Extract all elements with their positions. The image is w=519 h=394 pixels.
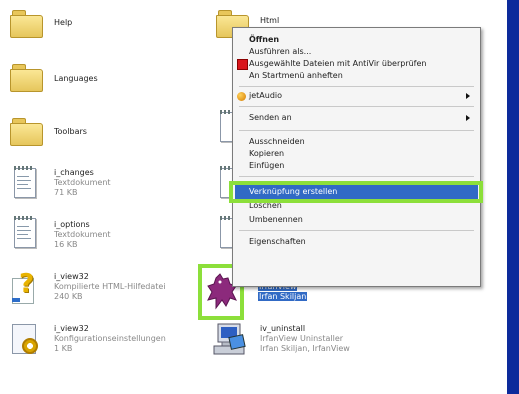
window-edge-bar (507, 0, 519, 394)
menu-item-rename[interactable]: Umbenennen (249, 214, 303, 226)
help-file-icon: ? (10, 270, 40, 304)
file-type: Textdokument (54, 230, 111, 239)
file-company-selected: Irfan Skiljan (258, 292, 308, 301)
menu-item-send-to[interactable]: Senden an (249, 112, 292, 124)
file-type: Textdokument (54, 178, 111, 187)
file-name: Toolbars (54, 127, 87, 136)
menu-separator (239, 106, 474, 107)
file-name: Languages (54, 74, 98, 83)
context-menu: Öffnen Ausführen als... Ausgewählte Date… (232, 27, 481, 287)
file-description: IrfanView Uninstaller (260, 334, 344, 343)
config-file-icon (10, 324, 40, 356)
submenu-arrow-icon (466, 115, 470, 121)
file-name: i_view32 (54, 272, 89, 281)
file-name: iv_uninstall (260, 324, 306, 333)
file-type: Kompilierte HTML-Hilfedatei (54, 282, 166, 291)
folder-icon (10, 10, 43, 38)
file-name: i_options (54, 220, 90, 229)
antivir-icon (237, 59, 248, 70)
file-size: 16 KB (54, 240, 78, 249)
menu-separator (239, 176, 474, 177)
file-name: i_view32 (54, 324, 89, 333)
file-company: Irfan Skiljan, IrfanView (260, 344, 350, 353)
menu-item-pin-start[interactable]: An Startmenü anheften (249, 70, 343, 82)
menu-item-antivir-scan[interactable]: Ausgewählte Dateien mit AntiVir überprüf… (249, 58, 426, 70)
file-type: Konfigurationseinstellungen (54, 334, 166, 343)
file-name: i_changes (54, 168, 94, 177)
menu-item-properties[interactable]: Eigenschaften (249, 236, 306, 248)
file-name: Help (54, 18, 73, 27)
folder-icon (10, 64, 43, 92)
submenu-arrow-icon (466, 93, 470, 99)
file-size: 71 KB (54, 188, 78, 197)
folder-icon (10, 118, 43, 146)
menu-item-open[interactable]: Öffnen (249, 34, 279, 46)
file-size: 1 KB (54, 344, 73, 353)
text-document-icon (12, 166, 36, 198)
menu-separator (239, 230, 474, 231)
text-document-icon (12, 216, 36, 248)
jetaudio-icon (237, 92, 246, 101)
file-name: Html (260, 16, 280, 25)
menu-separator (239, 130, 474, 131)
menu-item-paste[interactable]: Einfügen (249, 160, 284, 172)
menu-item-jetaudio[interactable]: jetAudio (249, 90, 282, 102)
annotation-highlight (229, 181, 483, 203)
uninstaller-computer-icon (213, 323, 246, 355)
menu-item-copy[interactable]: Kopieren (249, 148, 284, 160)
menu-item-run-as[interactable]: Ausführen als... (249, 46, 311, 58)
menu-separator (239, 86, 474, 87)
file-size: 240 KB (54, 292, 83, 301)
menu-item-cut[interactable]: Ausschneiden (249, 136, 305, 148)
